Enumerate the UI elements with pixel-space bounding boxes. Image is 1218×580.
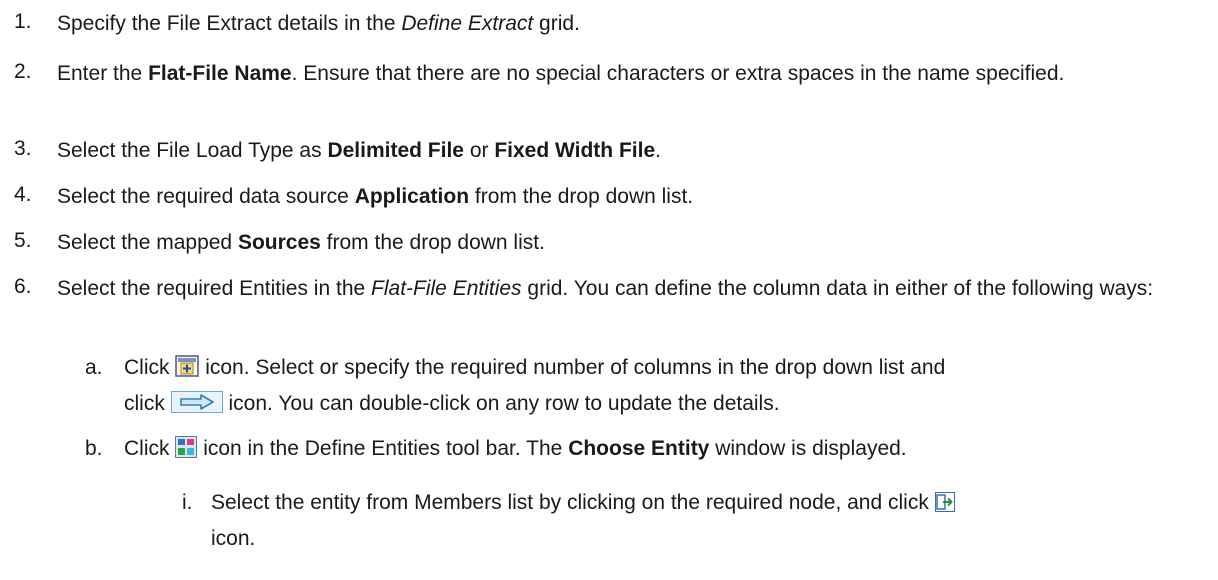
step-number: 2. [14, 60, 32, 83]
step-text: Select the required data source Applicat… [57, 185, 694, 208]
step-text: Select the required Entities in the Flat… [57, 277, 1154, 300]
step-text: Select the mapped Sources from the drop … [57, 231, 545, 254]
step-text: Specify the File Extract details in the … [57, 12, 580, 35]
substep-letter: b. [85, 437, 103, 460]
step-number: 3. [14, 137, 32, 160]
add-columns-icon[interactable] [175, 354, 200, 387]
step-text: Enter the Flat-File Name. Ensure that th… [57, 62, 1065, 85]
define-extract-term: Define Extract [401, 12, 534, 35]
flat-file-entities-term: Flat-File Entities [371, 277, 522, 300]
step-number: 4. [14, 183, 32, 206]
substep-text: Click icon in the Define Entities tool b… [124, 432, 1178, 468]
step-number: 6. [14, 275, 32, 298]
roman-text: Select the entity from Members list by c… [211, 486, 1178, 555]
fixed-width-file-term: Fixed Width File [494, 139, 656, 162]
right-arrow-icon[interactable] [170, 390, 223, 423]
step-number: 1. [14, 10, 32, 33]
step-text: Select the File Load Type as Delimited F… [57, 139, 661, 162]
substep-text: Click icon. Select or specify the requir… [124, 351, 1178, 423]
step-number: 5. [14, 229, 32, 252]
delimited-file-term: Delimited File [327, 139, 464, 162]
substep-letter: a. [85, 356, 103, 379]
select-icon[interactable] [934, 489, 955, 522]
flat-file-name-term: Flat-File Name [148, 62, 292, 85]
roman-number: i. [182, 491, 193, 514]
define-entities-icon[interactable] [175, 435, 198, 468]
sources-term: Sources [237, 231, 321, 254]
application-term: Application [354, 185, 470, 208]
choose-entity-term: Choose Entity [568, 437, 710, 460]
